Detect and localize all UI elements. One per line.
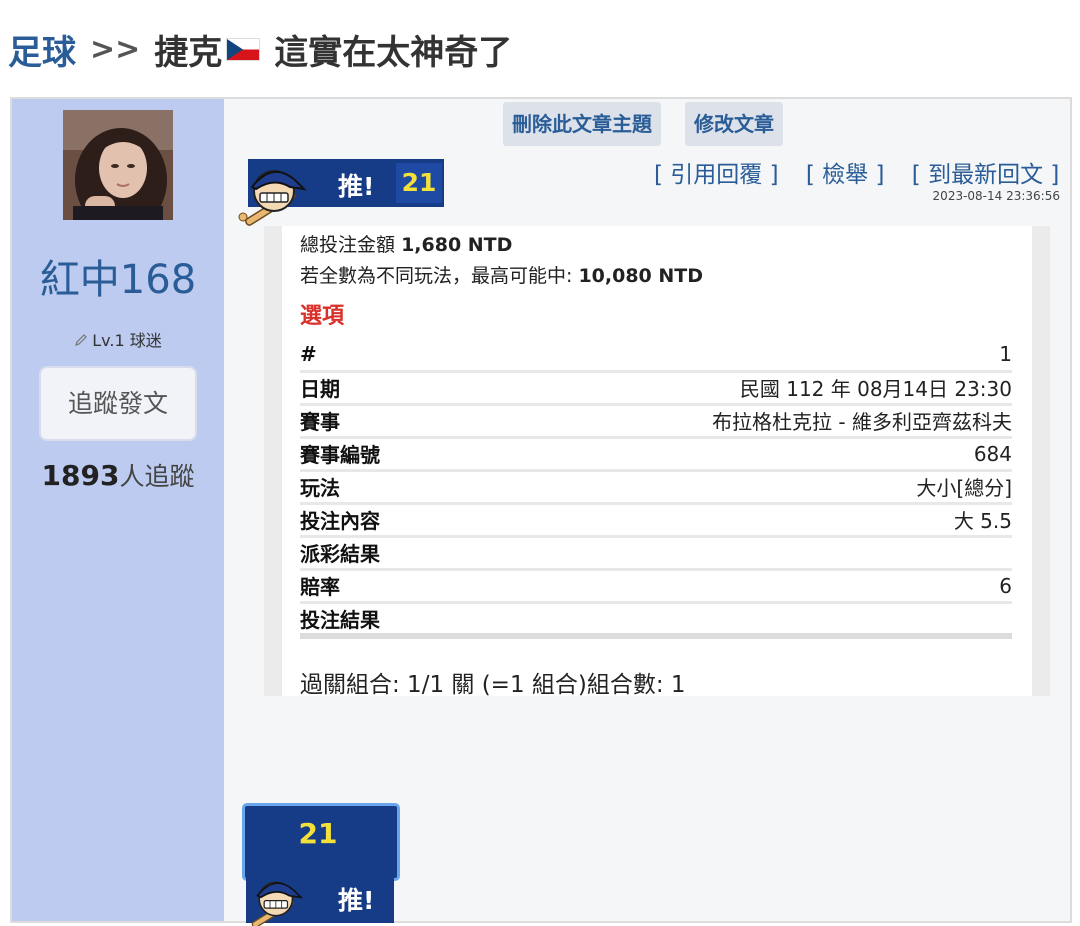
author-sidebar: 紅中168 Lv.1 球迷 追蹤發文 1893人追蹤 (12, 99, 224, 921)
bottom-push-button[interactable]: 21 推! (242, 803, 400, 926)
bet-total: 總投注金額 1,680 NTD (300, 230, 1014, 261)
table-row: 賽事 布拉格杜克拉 - 維多利亞齊茲科夫 (300, 404, 1012, 439)
bet-details-table: #1 日期 民國 112 年 08月14日 23:30 賽事 布拉格杜克拉 - 維多… (300, 338, 1012, 639)
edit-post-button[interactable]: 修改文章 (685, 102, 783, 146)
avatar[interactable] (63, 110, 173, 220)
delete-topic-button[interactable]: 刪除此文章主題 (503, 102, 661, 146)
combo-summary: 過關組合: 1/1 關 (=1 組合)組合數: 1 (300, 671, 686, 698)
row-key: 日期 (300, 371, 450, 406)
bottom-push-label: 推! (338, 886, 375, 915)
row-value: 大 5.5 (449, 503, 1012, 538)
row-value: 布拉格杜克拉 - 維多利亞齊茲科夫 (449, 404, 1012, 439)
bet-total-label: 總投注金額 (300, 234, 396, 256)
post-actions: [ 引用回覆 ] [ 檢舉 ] [ 到最新回文 ] (654, 155, 1059, 189)
options-section-title: 選項 (300, 304, 345, 329)
push-count: 21 (396, 163, 442, 203)
bet-total-value: 1,680 NTD (401, 234, 513, 256)
latest-reply-link[interactable]: [ 到最新回文 ] (912, 162, 1060, 188)
quote-reply-link[interactable]: [ 引用回覆 ] (654, 162, 779, 188)
bottom-push-count: 21 (298, 817, 338, 850)
baseball-mascot-icon (238, 170, 307, 226)
push-label: 推! (338, 172, 375, 201)
row-value: 6 (449, 569, 1012, 604)
baseball-mascot-icon (251, 881, 304, 926)
bet-card: 總投注金額 1,680 NTD 若全數為不同玩法，最高可能中: 10,080 N… (282, 226, 1032, 698)
post-main: 刪除此文章主題 修改文章 推! 21 [ 引用回覆 ] [ 檢舉 ] [ 到最新… (224, 99, 1070, 926)
table-row: 派彩結果 (300, 536, 1012, 571)
row-key: # (300, 338, 450, 373)
czech-flag-icon (226, 37, 261, 61)
table-row: #1 (300, 338, 1012, 373)
author-level: Lv.1 球迷 (12, 327, 224, 351)
row-key: 賽事編號 (300, 437, 450, 472)
follower-count: 1893人追蹤 (12, 457, 224, 493)
row-key: 玩法 (300, 470, 450, 505)
follow-button[interactable]: 追蹤發文 (39, 366, 197, 441)
row-key: 投注內容 (300, 503, 450, 538)
row-value: 1 (449, 338, 1012, 373)
row-key: 投注結果 (300, 602, 450, 639)
bet-max-label: 若全數為不同玩法，最高可能中: (300, 265, 573, 287)
row-key: 賽事 (300, 404, 450, 439)
page-title: 這實在太神奇了 (274, 32, 513, 73)
bet-content: 總投注金額 1,680 NTD 若全數為不同玩法，最高可能中: 10,080 N… (264, 226, 1050, 698)
row-value (449, 536, 1012, 571)
row-value (449, 602, 1012, 639)
row-key: 派彩結果 (300, 536, 450, 571)
table-row: 賠率 6 (300, 569, 1012, 604)
table-row: 賽事編號 684 (300, 437, 1012, 472)
breadcrumb-country: 捷克 (154, 32, 223, 73)
table-row: 日期 民國 112 年 08月14日 23:30 (300, 371, 1012, 406)
bet-max-value: 10,080 NTD (578, 265, 704, 287)
author-name[interactable]: 紅中168 (12, 247, 224, 305)
breadcrumb-separator: >> (90, 31, 141, 67)
table-row: 投注結果 (300, 602, 1012, 639)
table-row: 玩法 大小[總分] (300, 470, 1012, 505)
pencil-icon (75, 334, 88, 346)
follower-suffix: 人追蹤 (119, 462, 195, 491)
row-key: 賠率 (300, 569, 450, 604)
row-value: 民國 112 年 08月14日 23:30 (449, 371, 1012, 406)
table-row: 投注內容大 5.5 (300, 503, 1012, 538)
author-level-label: Lv.1 球迷 (92, 331, 162, 350)
push-button[interactable]: 推! 21 (238, 159, 444, 226)
post-timestamp: 2023-08-14 23:36:56 (932, 189, 1060, 203)
row-value: 大小[總分] (449, 470, 1012, 505)
breadcrumb: 足球 >> 捷克 這實在太神奇了 (8, 25, 513, 74)
bet-max-payout: 若全數為不同玩法，最高可能中: 10,080 NTD (300, 261, 1014, 292)
follower-number: 1893 (41, 459, 120, 492)
post-container: 紅中168 Lv.1 球迷 追蹤發文 1893人追蹤 刪除此文章主題 修改文章 (10, 97, 1072, 926)
breadcrumb-category-link[interactable]: 足球 (8, 25, 76, 74)
report-link[interactable]: [ 檢舉 ] (806, 162, 885, 188)
row-value: 684 (449, 437, 1012, 472)
avatar-image (63, 110, 173, 220)
